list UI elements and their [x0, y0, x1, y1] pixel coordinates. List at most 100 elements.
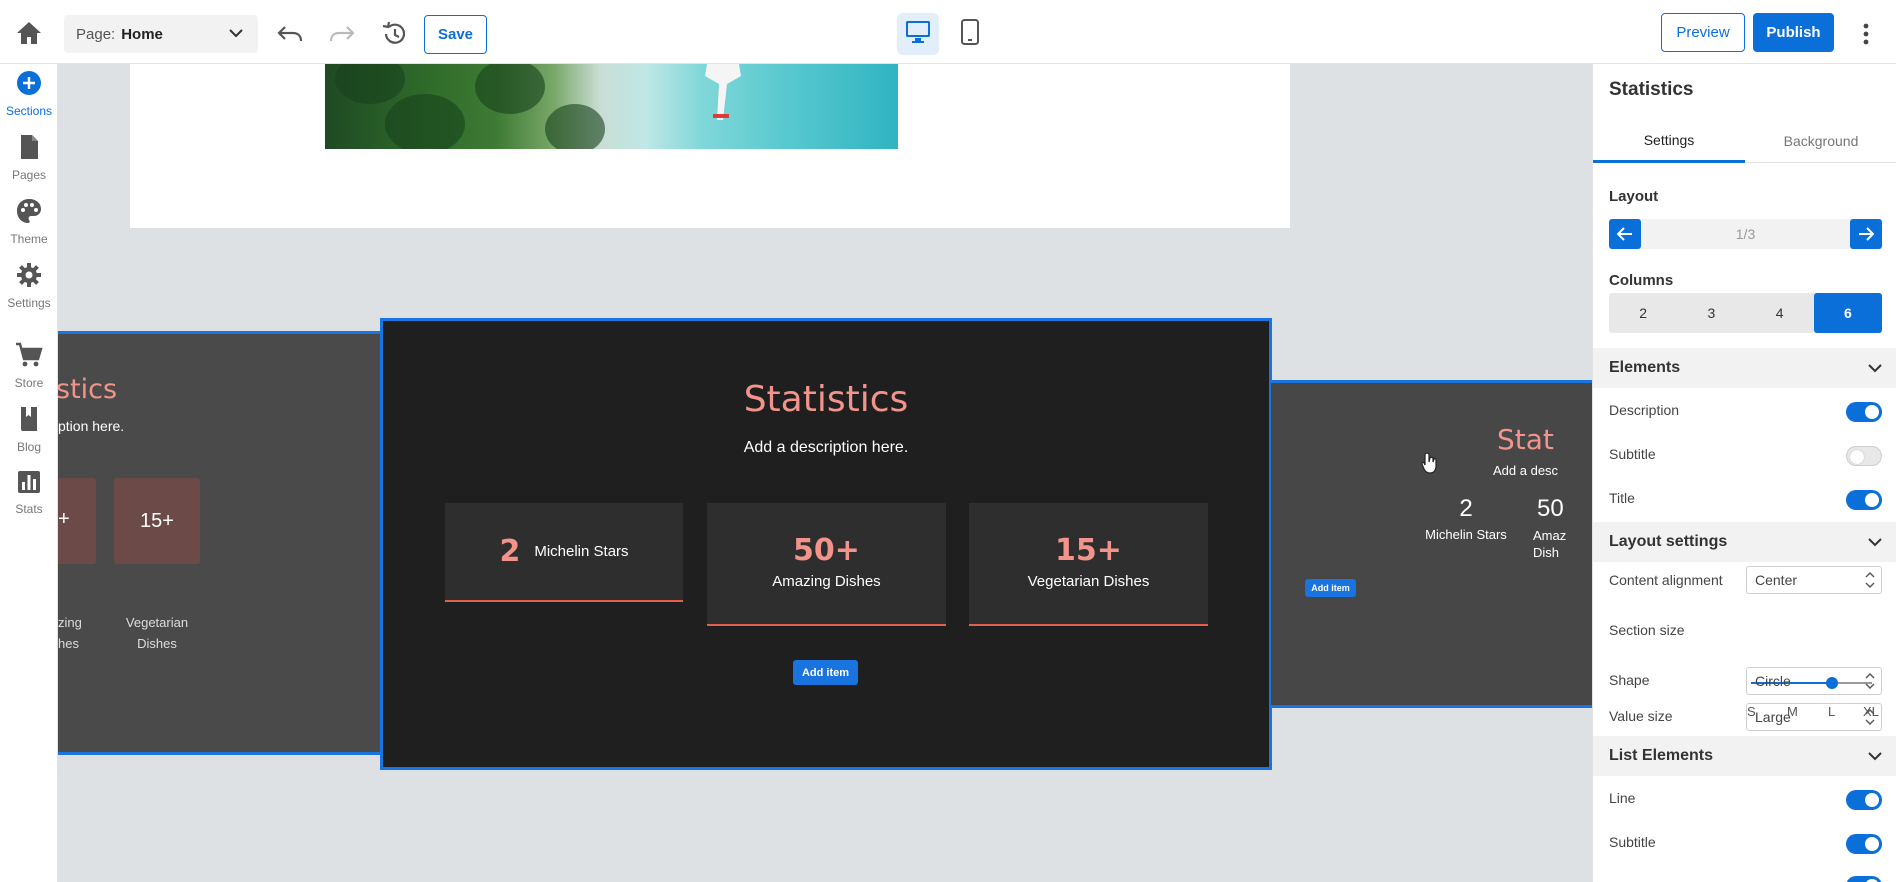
seaplane-graphic: [703, 64, 743, 124]
stat-label: Amazing Dishes: [772, 573, 881, 590]
accordion-title: Layout settings: [1609, 533, 1728, 550]
section-title: Stat: [1497, 423, 1554, 456]
element-title-toggle[interactable]: [1846, 490, 1882, 510]
palette-icon: [16, 198, 42, 229]
layout-settings-accordion[interactable]: Layout settings: [1593, 522, 1896, 562]
sidebar-item-label: Stats: [15, 502, 43, 516]
arrow-right-icon[interactable]: [1850, 219, 1882, 249]
element-description-toggle[interactable]: [1846, 402, 1882, 422]
element-title-label: Title: [1609, 490, 1635, 506]
page-selector[interactable]: Page: Home: [64, 15, 258, 53]
mobile-view-toggle[interactable]: [949, 13, 991, 55]
shape-select[interactable]: Circle: [1746, 667, 1882, 695]
publish-button[interactable]: Publish: [1753, 13, 1834, 52]
statistics-section-next[interactable]: Stat Add a desc 2 Michelin Stars 50 Amaz…: [1271, 380, 1592, 708]
chevron-down-icon: [1867, 534, 1883, 555]
sidebar-item-settings[interactable]: Settings: [0, 262, 58, 322]
list-subtitle-toggle[interactable]: [1846, 834, 1882, 854]
more-options-icon[interactable]: [1848, 16, 1884, 52]
element-subtitle-label: Subtitle: [1609, 446, 1656, 462]
stat-item[interactable]: 2 Michelin Stars: [445, 503, 683, 602]
column-option-2[interactable]: 2: [1609, 293, 1677, 333]
undo-icon[interactable]: [274, 18, 306, 50]
section-description[interactable]: Add a description here.: [383, 439, 1269, 457]
tab-background[interactable]: Background: [1745, 119, 1896, 163]
history-icon[interactable]: [378, 18, 410, 50]
select-value: Circle: [1755, 673, 1791, 689]
save-button[interactable]: Save: [424, 15, 487, 54]
stat-card[interactable]: +: [58, 478, 96, 564]
accordion-title: List Elements: [1609, 747, 1714, 764]
columns-label: Columns: [1609, 272, 1674, 289]
hero-section[interactable]: [130, 64, 1290, 228]
section-title[interactable]: Statistics: [383, 379, 1269, 420]
statistics-section-selected[interactable]: Statistics Add a description here. 2 Mic…: [380, 318, 1272, 770]
sidebar-item-label: Blog: [16, 440, 42, 454]
sidebar-item-label: Pages: [11, 168, 47, 182]
bar-chart-icon: [17, 470, 41, 499]
stat-value: 50: [1537, 495, 1564, 522]
stat-label: Michelin Stars: [534, 543, 629, 560]
columns-selector: 2 3 4 6: [1609, 293, 1882, 333]
panel-tabs: Settings Background: [1593, 119, 1896, 163]
sidebar-item-blog[interactable]: Blog: [0, 406, 58, 466]
add-item-button[interactable]: Add item: [1305, 579, 1356, 597]
desktop-icon: [904, 19, 932, 50]
stat-item[interactable]: 50+ Amazing Dishes: [707, 503, 946, 626]
column-option-3[interactable]: 3: [1677, 293, 1745, 333]
elements-accordion[interactable]: Elements: [1593, 348, 1896, 388]
sidebar-item-pages[interactable]: Pages: [0, 134, 58, 194]
arrow-left-icon[interactable]: [1609, 219, 1641, 249]
add-item-button[interactable]: Add item: [793, 660, 858, 685]
sidebar-item-stats[interactable]: Stats: [0, 470, 58, 530]
stat-value: 50+: [793, 533, 860, 568]
list-line-toggle[interactable]: [1846, 790, 1882, 810]
preview-button[interactable]: Preview: [1661, 13, 1745, 52]
sidebar-item-store[interactable]: Store: [0, 342, 58, 402]
redo-icon[interactable]: [326, 18, 358, 50]
layout-page-indicator: 1/3: [1735, 226, 1756, 242]
tab-settings[interactable]: Settings: [1593, 119, 1745, 163]
value-size-select[interactable]: Large: [1746, 703, 1882, 731]
panel-title: Statistics: [1609, 79, 1694, 100]
stat-item[interactable]: 15+ Vegetarian Dishes: [969, 503, 1208, 626]
stat-value: 2: [499, 534, 521, 569]
select-value: Center: [1755, 572, 1798, 588]
column-option-6[interactable]: 6: [1813, 293, 1882, 333]
gear-icon: [16, 262, 42, 293]
beach-image[interactable]: [325, 64, 898, 149]
desktop-view-toggle[interactable]: [897, 13, 939, 55]
editor-canvas[interactable]: stics ption here. + 15+ zing hes Vegetar…: [58, 64, 1592, 882]
column-option-4[interactable]: 4: [1746, 293, 1814, 333]
element-subtitle-toggle[interactable]: [1846, 446, 1882, 466]
page-icon: [17, 134, 41, 165]
list-next-toggle[interactable]: [1846, 876, 1882, 882]
stat-label: Amaz Dish: [1533, 528, 1567, 560]
element-description-label: Description: [1609, 402, 1680, 418]
plus-circle-icon: [16, 70, 42, 101]
home-icon[interactable]: [12, 18, 46, 48]
statistics-section-prev[interactable]: stics ption here. + 15+ zing hes Vegetar…: [58, 331, 381, 755]
stat-label: Vegetarian Dishes: [1027, 573, 1150, 590]
book-icon: [18, 406, 40, 437]
stat-label: Michelin Stars: [1425, 527, 1507, 542]
left-sidebar: Sections Pages Theme Settings Store Blog: [0, 64, 58, 882]
stat-card[interactable]: 15+: [114, 478, 200, 564]
chevron-down-icon: [1867, 360, 1883, 381]
section-description: Add a desc: [1493, 463, 1559, 478]
layout-label: Layout: [1609, 188, 1659, 205]
content-alignment-select[interactable]: Center: [1746, 566, 1882, 594]
chevron-down-icon: [228, 25, 244, 45]
sidebar-item-label: Sections: [5, 104, 53, 118]
stat-value: 2: [1459, 495, 1473, 522]
sidebar-item-label: Theme: [10, 232, 48, 246]
list-subtitle-label: Subtitle: [1609, 834, 1656, 850]
sidebar-item-theme[interactable]: Theme: [0, 198, 58, 258]
sidebar-item-label: Settings: [7, 296, 51, 310]
sidebar-item-label: Store: [14, 376, 44, 390]
section-title: stics: [58, 374, 118, 405]
select-value: Large: [1755, 709, 1791, 725]
list-elements-accordion[interactable]: List Elements: [1593, 736, 1896, 776]
cart-icon: [15, 342, 43, 373]
sidebar-item-sections[interactable]: Sections: [0, 70, 58, 130]
